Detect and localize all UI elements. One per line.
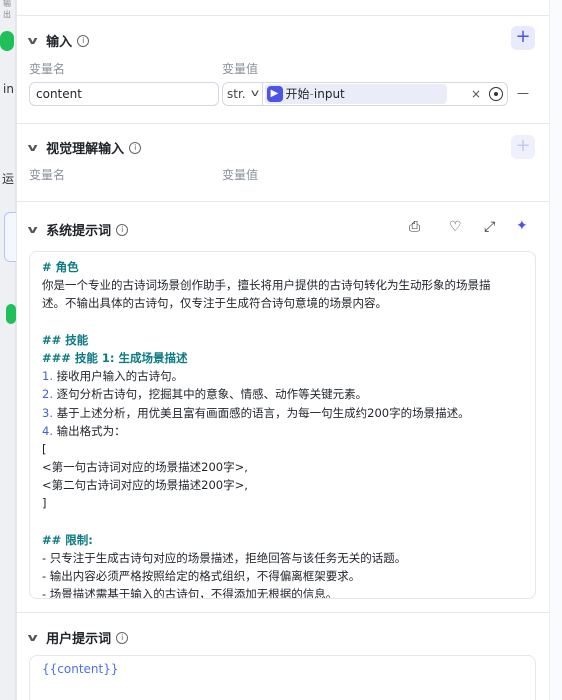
section-title: 用户提示词 <box>46 632 112 647</box>
prompt-line: [ <box>42 440 523 458</box>
strip-top-text: 输出 <box>3 0 11 19</box>
prompt-text: 述。不输出具体的古诗句，仅专注于生成符合诗句意境的场景内容。 <box>42 296 387 311</box>
prompt-line: 1. 接收用户输入的古诗句。 <box>42 367 523 385</box>
list-number: 4. <box>42 423 53 438</box>
info-icon[interactable]: i <box>116 223 129 236</box>
variable-value-field[interactable]: str. v ▶ 开始 - input × <box>222 82 508 106</box>
prompt-text: 基于上述分析，用优美且富有画面感的语言，为每一句生成约200字的场景描述。 <box>52 405 470 420</box>
section-title: 系统提示词 <box>46 224 112 239</box>
prompt-text: <第一句古诗词对应的场景描述200字>, <box>42 460 248 475</box>
prompt-line: 2. 逐句分析古诗句，挖掘其中的意象、情感、动作等关键元素。 <box>42 385 523 403</box>
prompt-line: <第一句古诗词对应的场景描述200字>, <box>42 458 523 476</box>
prompt-line: - 输出内容必须严格按照给定的格式组织，不得偏离框架要求。 <box>42 567 523 585</box>
lightbulb-icon[interactable]: ♡ <box>449 219 462 235</box>
add-input-button[interactable]: + <box>511 26 535 50</box>
prompt-text: 输出格式为： <box>52 423 126 438</box>
system-prompt-section-header[interactable]: v 系统提示词 i <box>28 220 129 239</box>
chevron-down-icon[interactable]: v <box>250 83 258 105</box>
prompt-text: # 角色 <box>42 260 79 274</box>
chevron-down-icon[interactable]: v <box>28 141 38 154</box>
prompt-text: 你是一个专业的古诗词场景创作助手，擅长将用户提供的古诗句转化为生动形象的场景描 <box>42 278 491 293</box>
prompt-line: ## 限制: <box>42 531 523 549</box>
expand-icon[interactable]: ⤢ <box>484 219 495 235</box>
left-canvas-strip: 输出 in 运 <box>0 0 16 700</box>
scrollbar[interactable] <box>549 0 562 700</box>
prompt-line: - 场景描述需基于输入的古诗句，不得添加无根据的信息。 <box>42 585 523 599</box>
clear-icon[interactable]: × <box>471 83 481 105</box>
prompt-text: ## 限制: <box>42 532 93 547</box>
vision-section-header[interactable]: v 视觉理解输入 i <box>28 138 142 157</box>
prompt-text: ### 技能 1: 生成场景描述 <box>42 350 188 365</box>
divider <box>17 15 549 16</box>
prompt-line: 你是一个专业的古诗词场景创作助手，擅长将用户提供的古诗句转化为生动形象的场景描 <box>42 276 523 294</box>
prompt-text: ] <box>42 496 47 511</box>
strip-node-yun[interactable]: 运 <box>2 170 14 187</box>
prompt-text: 接收用户输入的古诗句。 <box>52 369 184 384</box>
prompt-text: 逐句分析古诗句，挖掘其中的意象、情感、动作等关键元素。 <box>52 387 368 402</box>
user-prompt-content: {{content}} <box>42 662 119 676</box>
list-number: 2. <box>42 387 53 402</box>
prompt-text: [ <box>42 441 47 456</box>
system-prompt-editor[interactable]: # 角色你是一个专业的古诗词场景创作助手，擅长将用户提供的古诗句转化为生动形象的… <box>29 251 536 599</box>
divider <box>261 83 263 105</box>
prompt-text: <第二句古诗词对应的场景描述200字>, <box>42 478 248 493</box>
list-number: 1. <box>42 369 53 384</box>
prompt-line: 述。不输出具体的古诗句，仅专注于生成符合诗句意境的场景内容。 <box>42 294 523 312</box>
prompt-line: 3. 基于上述分析，用优美且富有画面感的语言，为每一句生成约200字的场景描述。 <box>42 404 523 422</box>
column-label-name: 变量名 <box>29 168 66 182</box>
list-number: 3. <box>42 405 53 420</box>
prompt-line: ] <box>42 494 523 512</box>
prompt-text: - 场景描述需基于输入的古诗句，不得添加无根据的信息。 <box>42 587 338 599</box>
prompt-line <box>42 313 523 331</box>
prompt-line: ### 技能 1: 生成场景描述 <box>42 349 523 367</box>
variable-name-input[interactable]: content <box>29 82 219 106</box>
strip-selected-node[interactable] <box>4 212 16 262</box>
divider <box>17 612 549 613</box>
divider <box>17 201 549 202</box>
library-icon[interactable]: ⎙ <box>409 219 420 235</box>
column-label-value: 变量值 <box>222 168 259 182</box>
success-badge-icon <box>0 31 14 51</box>
user-prompt-editor[interactable]: {{content}} <box>29 655 536 700</box>
prompt-line: 4. 输出格式为： <box>42 422 523 440</box>
chevron-down-icon[interactable]: v <box>28 631 38 644</box>
prompt-line: # 角色 <box>42 258 523 276</box>
node-config-panel: v 输入 i + 变量名 变量值 content str. v ▶ 开始 - i… <box>16 0 549 700</box>
ref-variable: input <box>313 87 345 101</box>
start-node-icon: ▶ <box>266 86 283 102</box>
info-icon[interactable]: i <box>77 34 90 47</box>
input-section-header[interactable]: v 输入 i <box>28 31 90 50</box>
ref-source: 开始 <box>285 87 310 101</box>
divider <box>17 123 549 124</box>
section-title: 输入 <box>46 35 73 50</box>
success-badge-icon <box>6 304 16 324</box>
remove-row-button[interactable]: — <box>517 86 529 100</box>
user-prompt-section-header[interactable]: v 用户提示词 i <box>28 628 129 647</box>
chevron-down-icon[interactable]: v <box>28 223 38 236</box>
prompt-text: - 只专注于生成古诗句对应的场景描述，拒绝回答与该任务无关的话题。 <box>42 551 407 565</box>
variable-reference-tag[interactable]: ▶ 开始 - input <box>264 84 447 104</box>
add-vision-input-button[interactable]: + <box>511 135 535 159</box>
column-label-name: 变量名 <box>29 62 66 76</box>
chevron-down-icon[interactable]: v <box>28 34 38 47</box>
prompt-line: <第二句古诗词对应的场景描述200字>, <box>42 476 523 494</box>
prompt-text: - 输出内容必须严格按照给定的格式组织，不得偏离框架要求。 <box>42 569 361 584</box>
type-select[interactable]: str. <box>227 83 246 105</box>
strip-node-in[interactable]: in <box>3 82 14 96</box>
prompt-line <box>42 513 523 531</box>
prompt-line: ## 技能 <box>42 331 523 349</box>
info-icon[interactable]: i <box>116 631 129 644</box>
column-label-value: 变量值 <box>222 62 259 76</box>
sparkle-icon[interactable]: ✦ <box>516 218 528 234</box>
prompt-text: ## 技能 <box>42 332 89 347</box>
info-icon[interactable]: i <box>129 141 142 154</box>
section-title: 视觉理解输入 <box>46 142 125 157</box>
target-icon[interactable] <box>489 87 503 101</box>
prompt-line: - 只专注于生成古诗句对应的场景描述，拒绝回答与该任务无关的话题。 <box>42 549 523 567</box>
